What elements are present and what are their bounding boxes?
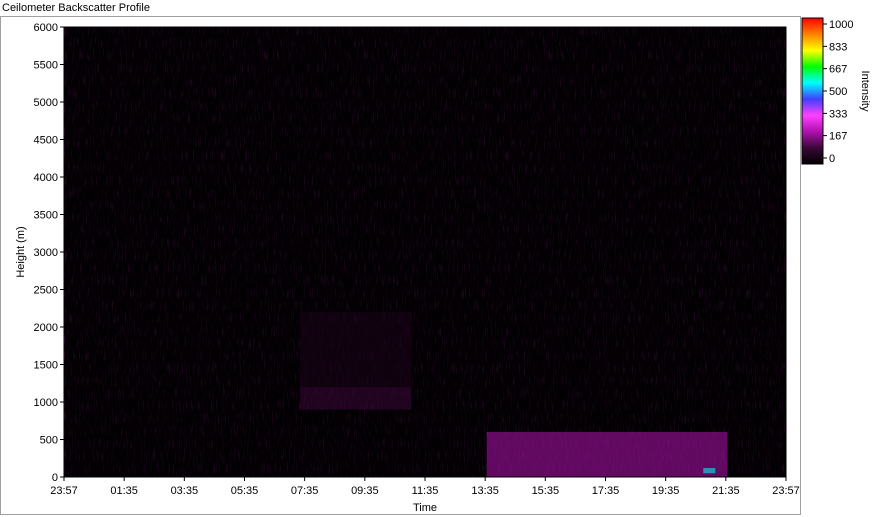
x-tick-label: 23:57 bbox=[50, 485, 78, 497]
y-tick-label: 3000 bbox=[34, 247, 58, 259]
y-tick-label: 4000 bbox=[34, 172, 58, 184]
y-tick-label: 2000 bbox=[34, 322, 58, 334]
colorbar: 0 167 333 500 667 833 1000 Intensity bbox=[801, 17, 871, 165]
y-tick-label: 6000 bbox=[34, 22, 58, 34]
x-tick-label: 01:35 bbox=[110, 485, 138, 497]
heatmap-area bbox=[64, 27, 786, 477]
y-tick-label: 5000 bbox=[34, 97, 58, 109]
y-tick-label: 1000 bbox=[34, 397, 58, 409]
feature-4 bbox=[65, 27, 786, 387]
feature-1 bbox=[486, 432, 728, 477]
colorbar-tick-label: 167 bbox=[829, 131, 847, 143]
y-tick-label: 1500 bbox=[34, 360, 58, 372]
colorbar-tick-label: 0 bbox=[829, 153, 835, 165]
colorbar-label: Intensity bbox=[859, 71, 871, 112]
y-tick-label: 4500 bbox=[34, 135, 58, 147]
y-axis-label: Height (m) bbox=[15, 226, 27, 277]
x-axis-label: Time bbox=[413, 502, 437, 514]
x-tick-label: 15:35 bbox=[532, 485, 560, 497]
x-tick-label: 19:35 bbox=[652, 485, 680, 497]
colorbar-tick-label: 667 bbox=[829, 64, 847, 76]
x-tick-label: 07:35 bbox=[291, 485, 319, 497]
colorbar-gradient bbox=[801, 17, 824, 165]
x-tick-label: 11:35 bbox=[412, 485, 439, 497]
x-tick-label: 13:35 bbox=[471, 485, 499, 497]
y-tick-label: 5500 bbox=[34, 60, 58, 72]
y-tick-label: 500 bbox=[40, 435, 58, 447]
colorbar-tick-label: 833 bbox=[829, 41, 847, 53]
backscatter-chart: 0500100015002000250030003500400045005000… bbox=[15, 17, 871, 514]
colorbar-tick-label: 333 bbox=[829, 108, 847, 120]
y-tick-label: 2500 bbox=[34, 285, 58, 297]
x-tick-label: 03:35 bbox=[171, 485, 199, 497]
x-tick-label: 05:35 bbox=[231, 485, 259, 497]
x-tick-label: 21:35 bbox=[712, 485, 740, 497]
y-tick-label: 3500 bbox=[34, 210, 58, 222]
y-tick-label: 0 bbox=[52, 472, 58, 484]
colorbar-tick-label: 500 bbox=[829, 86, 847, 98]
colorbar-tick-label: 1000 bbox=[829, 19, 853, 31]
feature-2 bbox=[703, 468, 716, 474]
x-tick-label: 23:57 bbox=[772, 485, 800, 497]
x-tick-label: 17:35 bbox=[592, 485, 620, 497]
x-tick-label: 09:35 bbox=[351, 485, 379, 497]
